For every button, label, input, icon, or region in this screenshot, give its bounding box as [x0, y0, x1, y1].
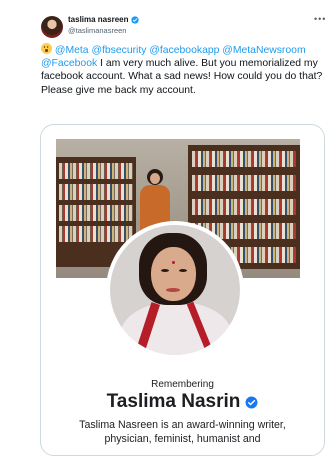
profile-name-row: Taslima Nasrin [41, 391, 324, 413]
mention-link[interactable]: @Facebook [41, 58, 97, 69]
remembering-label: Remembering [151, 379, 214, 390]
mention-link[interactable]: @MetaNewsroom [222, 45, 305, 56]
mention-link[interactable]: @fbsecurity [91, 45, 146, 56]
author-handle[interactable]: @taslimanasreen [68, 26, 126, 35]
author-avatar[interactable] [41, 16, 63, 38]
profile-name: Taslima Nasrin [106, 391, 241, 412]
mention-link[interactable]: @facebookapp [149, 45, 219, 56]
profile-bio: Taslima Nasreen is an award-winning writ… [79, 419, 286, 445]
astonished-emoji-icon [41, 43, 52, 54]
author-name[interactable]: taslima nasreen [68, 15, 128, 24]
more-horizontal-icon[interactable]: ••• [314, 14, 326, 24]
verified-badge-icon [131, 15, 140, 24]
tweet: taslima nasreen @taslimanasreen ••• @Met… [0, 0, 336, 456]
mention-link[interactable]: @Meta [55, 45, 89, 56]
author-name-row[interactable]: taslima nasreen [68, 15, 140, 24]
profile-picture [110, 225, 240, 355]
tweet-text: @Meta @fbsecurity @facebookapp @MetaNews… [41, 43, 323, 97]
facebook-verified-badge-icon [245, 396, 258, 408]
attached-image[interactable]: Remembering Taslima Nasrin Taslima Nasre… [40, 124, 325, 456]
